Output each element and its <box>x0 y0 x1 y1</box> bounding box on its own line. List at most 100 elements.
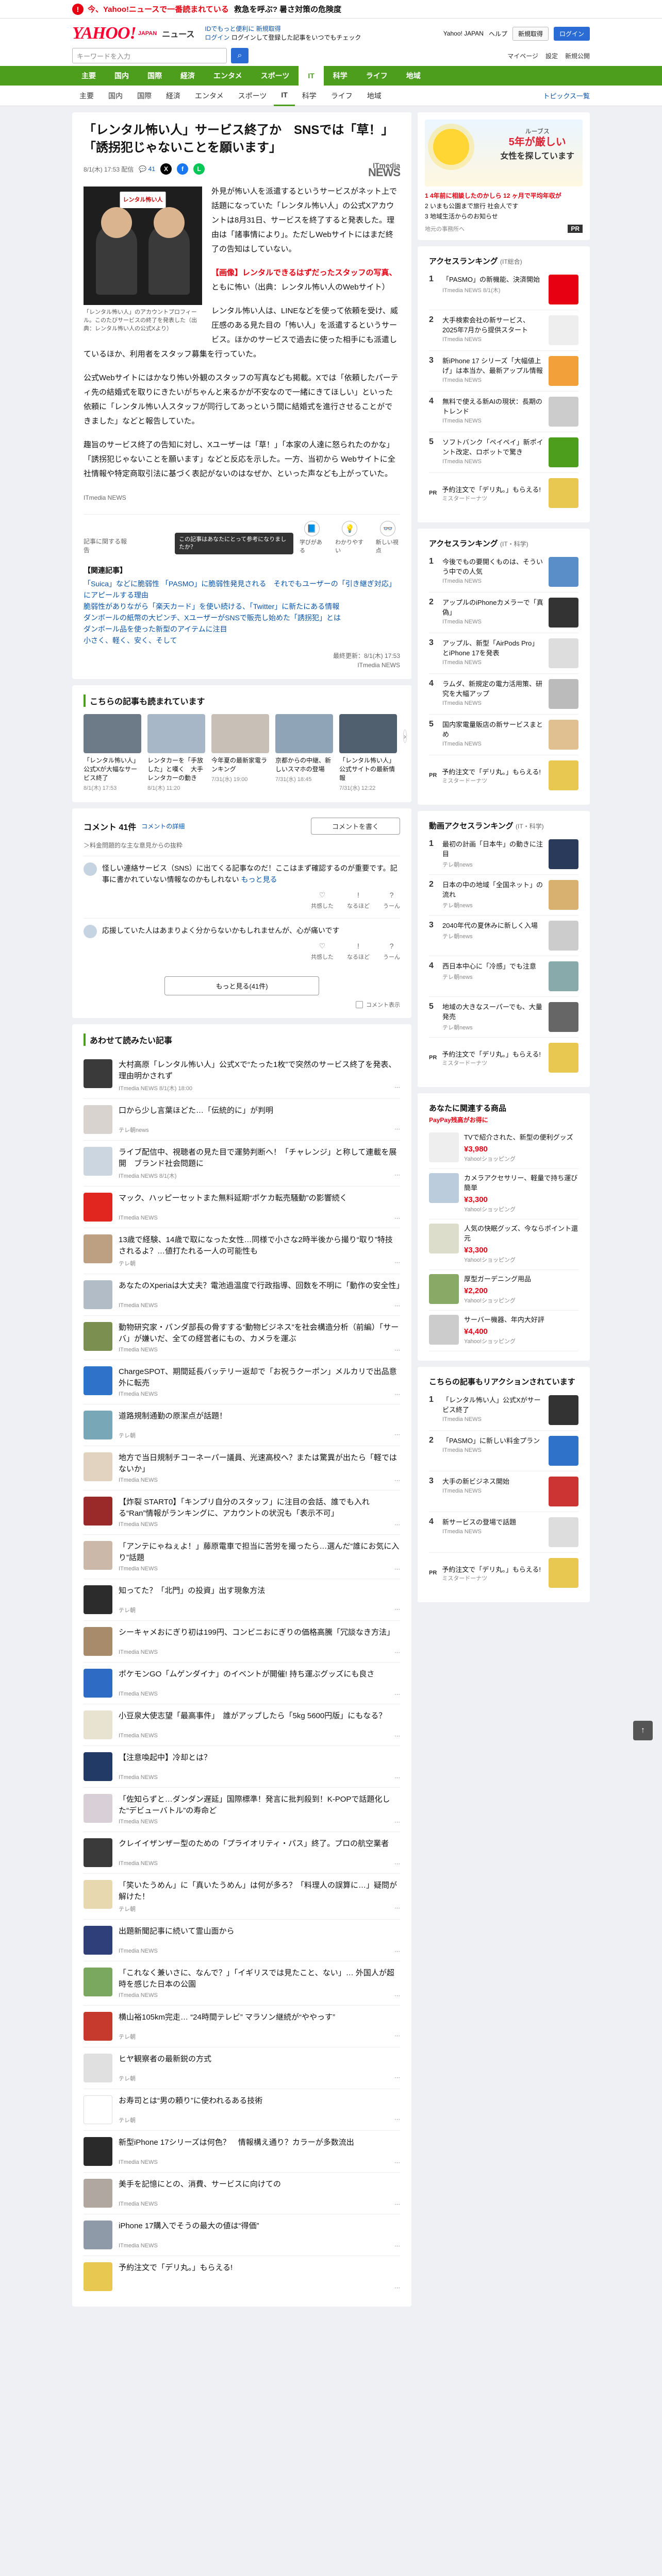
more-options-icon[interactable]: ⋯ <box>394 1477 400 1484</box>
ranking-thumb[interactable] <box>549 315 578 345</box>
search-input[interactable]: キーワードを入力 <box>72 48 227 63</box>
recommend-title[interactable]: iPhone 17購入でそうの最大の値は“得価” <box>119 2221 400 2232</box>
recommend-thumb[interactable] <box>84 1497 112 1526</box>
carousel-thumb[interactable] <box>84 714 141 753</box>
ranking-thumb[interactable] <box>549 720 578 750</box>
related-link[interactable]: 小さく、軽く、安く、そして <box>84 635 400 646</box>
pr-item[interactable]: PR 予約注文で「デリ丸。」もらえる! ミスタードーナツ <box>429 1553 578 1593</box>
recommend-thumb[interactable] <box>84 1968 112 1996</box>
comment-action-button[interactable]: ? うーん <box>383 940 400 963</box>
category-tab[interactable]: 国内 <box>105 66 138 86</box>
reaction-button[interactable]: 👓 新しい視点 <box>376 521 400 554</box>
recommend-title[interactable]: お寿司とは“男の頼り”に使われるある技術 <box>119 2095 400 2107</box>
more-options-icon[interactable]: ⋯ <box>394 1431 400 1439</box>
pr-thumb[interactable] <box>549 478 578 508</box>
related-link[interactable]: ダンボールの紙幣の大ピンチ、XユーザーがSNSで販売し始めた「誘拐犯」とは <box>84 612 400 623</box>
search-button[interactable]: ⌕ <box>231 48 249 63</box>
recommend-item[interactable]: ヒヤ観察者の最新鋭の方式 テレ朝 ⋯ <box>84 2047 400 2089</box>
recommend-item[interactable]: あなたのXperiaは大丈夫？電池過温度で行政指導、回数を不明に「動作の安全性」… <box>84 1274 404 1316</box>
subnav-tab[interactable]: 主要 <box>72 86 101 106</box>
recommend-title[interactable]: 横山裕105km完走… “24時間テレビ” マラソン継続が“ややっす” <box>119 2012 400 2023</box>
ranking-item[interactable]: 3 2040年代の夏休みに新しく入場 テレ朝news <box>429 916 578 956</box>
more-options-icon[interactable]: ⋯ <box>394 1649 400 1656</box>
ranking-item[interactable]: 4 新サービスの登場で話題 ITmedia NEWS <box>429 1512 578 1553</box>
recommend-item[interactable]: 大村高原「レンタル怖い人」公式Xで“たった1枚”で突然のサービス終了を発表、理由… <box>84 1053 400 1099</box>
recommend-item[interactable]: 予約注文で「デリ丸。」もらえる! ⋯ <box>84 2256 400 2297</box>
recommend-thumb[interactable] <box>84 1880 112 1909</box>
top-banner[interactable]: ! 今、Yahoo!ニュースで一番読まれている 救急を呼ぶ? 暑さ対策の危険度 <box>0 0 662 19</box>
category-tab[interactable]: IT <box>299 66 324 86</box>
ranking-text[interactable]: 西日本中心に「冷感」でも注意 <box>442 961 543 971</box>
pr-text[interactable]: 予約注文で「デリ丸。」もらえる! <box>442 486 541 494</box>
recommend-thumb[interactable] <box>84 1280 112 1309</box>
comment-action-button[interactable]: ♡ 共感した <box>311 889 334 912</box>
ranking-thumb[interactable] <box>549 679 578 709</box>
ranking-item[interactable]: 3 新iPhone 17 シリーズ「大幅値上げ」は本当か、最新アップル情報 ITme… <box>429 351 578 392</box>
comment-action-button[interactable]: ! なるほど <box>347 889 370 912</box>
category-tab[interactable]: エンタメ <box>204 66 252 86</box>
recommend-title[interactable]: クレイイザンザー型のための「プライオリティ・パス」終了。プロの航空業者 <box>119 1838 400 1850</box>
ranking-thumb[interactable] <box>549 921 578 951</box>
recommend-item[interactable]: クレイイザンザー型のための「プライオリティ・パス」終了。プロの航空業者 ITmed… <box>84 1832 400 1874</box>
shop-item[interactable]: カメラアクセサリー、軽量で持ち運び簡単 ¥3,300 Yahoo!ショッピング <box>429 1169 578 1219</box>
settings-link[interactable]: 設定 <box>545 52 558 60</box>
comment-action-button[interactable]: ♡ 共感した <box>311 940 334 963</box>
ranking-text[interactable]: アップルのiPhoneカメラーで「真偽」 <box>442 598 543 617</box>
comment-toggle-checkbox[interactable] <box>356 1001 363 1008</box>
ranking-text[interactable]: 地域の大きなスーパーでも、大量発売 <box>442 1002 543 1022</box>
ranking-item[interactable]: 1 今後でもの要開くものは、そういう中での人気 ITmedia NEWS <box>429 552 578 592</box>
ranking-thumb[interactable] <box>549 1436 578 1466</box>
shop-thumb[interactable] <box>429 1315 459 1345</box>
more-options-icon[interactable]: ⋯ <box>394 2074 400 2082</box>
recommend-thumb[interactable] <box>84 1147 112 1176</box>
recommend-thumb[interactable] <box>84 1710 112 1739</box>
shop-item-text[interactable]: カメラアクセサリー、軽量で持ち運び簡単 <box>464 1173 578 1193</box>
recommend-title[interactable]: 新型iPhone 17シリーズは何色？ 情報構え通り？カラーが多数流出 <box>119 2137 400 2148</box>
pr-text[interactable]: 予約注文で「デリ丸。」もらえる! <box>442 768 541 776</box>
recommend-thumb[interactable] <box>84 2262 112 2291</box>
ranking-item[interactable]: 4 西日本中心に「冷感」でも注意 テレ朝news <box>429 956 578 997</box>
ranking-thumb[interactable] <box>549 961 578 991</box>
comment-action-button[interactable]: ! なるほど <box>347 940 370 963</box>
carousel-title[interactable]: 京都からの中継、新しいスマホの登場 <box>275 756 333 774</box>
pr-item[interactable]: PR 予約注文で「デリ丸。」もらえる! ミスタードーナツ <box>429 473 578 513</box>
recommend-item[interactable]: 「笑いたうめん」に「真いたうめん」は何が多ろ？「料理人の誤算に…」疑問が解けた！… <box>84 1874 400 1920</box>
shop-item[interactable]: 人気の快眠グッズ、今ならポイント還元 ¥3,300 Yahoo!ショッピング <box>429 1219 578 1270</box>
ranking-thumb[interactable] <box>549 1002 578 1032</box>
recommend-item[interactable]: 「アンテにゃねぇよ！」藤原電車で担当に苦労を撮ったら…選んだ“誰にお気に入り”話… <box>84 1535 400 1579</box>
recommend-item[interactable]: ライブ配信中、視聴者の見た目で運勢判断へ！「チャレンジ」と称して連載を展開 ブラ… <box>84 1141 400 1187</box>
ranking-text[interactable]: 大手検索会社の新サービス、2025年7月から提供スタート <box>442 315 543 335</box>
recommend-title[interactable]: 出題新聞記事に続いて霊山面から <box>119 1926 400 1937</box>
carousel-title[interactable]: 「レンタル怖い人」公式Xが大幅なサービス終了 <box>84 756 141 783</box>
recommend-thumb[interactable] <box>84 2179 112 2208</box>
recommend-title[interactable]: 動物研究家・パンダ部長の骨すする“動物ビジネス”を社会構造分析（前編）「サーバ」… <box>119 1322 400 1345</box>
recommend-item[interactable]: 新型iPhone 17シリーズは何色？ 情報構え通り？カラーが多数流出 ITmed… <box>84 2131 400 2173</box>
login-button[interactable]: ログイン <box>553 26 590 41</box>
reaction-button[interactable]: 📘 学びがある <box>300 521 324 554</box>
image-link[interactable]: 【画像】レンタルできるはずだったスタッフの写真、 <box>211 268 397 277</box>
recommend-thumb[interactable] <box>84 1926 112 1955</box>
more-options-icon[interactable]: ⋯ <box>394 2116 400 2124</box>
recommend-thumb[interactable] <box>84 1059 112 1088</box>
reaction-button[interactable]: 💡 わかりやすい <box>335 521 365 554</box>
ranking-thumb[interactable] <box>549 557 578 587</box>
pr-thumb[interactable] <box>549 1043 578 1073</box>
more-options-icon[interactable]: ⋯ <box>394 1774 400 1781</box>
carousel-thumb[interactable] <box>211 714 269 753</box>
more-options-icon[interactable]: ⋯ <box>394 1860 400 1867</box>
recommend-thumb[interactable] <box>84 1452 112 1481</box>
ranking-item[interactable]: 5 国内家電量販店の新サービスまとめ ITmedia NEWS <box>429 715 578 755</box>
ranking-thumb[interactable] <box>549 1395 578 1425</box>
recommend-title[interactable]: 「笑いたうめん」に「真いたうめん」は何が多ろ？「料理人の誤算に…」疑問が解けた！ <box>119 1880 400 1903</box>
ranking-item[interactable]: 5 ソフトバンク「ペイペイ」新ポイント改定、ロボットで驚き ITmedia NEWS <box>429 432 578 473</box>
recommend-item[interactable]: ポケモンGO「ムゲンダイナ」のイベントが開催! 持ち運ぶグッズにも良さ ITmed… <box>84 1663 400 1704</box>
category-tab[interactable]: 地域 <box>397 66 430 86</box>
recommend-thumb[interactable] <box>84 1627 112 1656</box>
ranking-text[interactable]: ラムダ、新規定の電力活用策、研究を大幅アップ <box>442 679 543 699</box>
banner-sub[interactable]: 救急を呼ぶ? 暑さ対策の危険度 <box>234 4 341 14</box>
comment-count-link[interactable]: 💬 41 <box>139 165 155 173</box>
more-options-icon[interactable]: ⋯ <box>394 1566 400 1572</box>
more-options-icon[interactable]: ⋯ <box>394 1948 400 1955</box>
yahoo-logo[interactable]: YAHOO! <box>72 24 137 43</box>
recommend-thumb[interactable] <box>84 2221 112 2249</box>
